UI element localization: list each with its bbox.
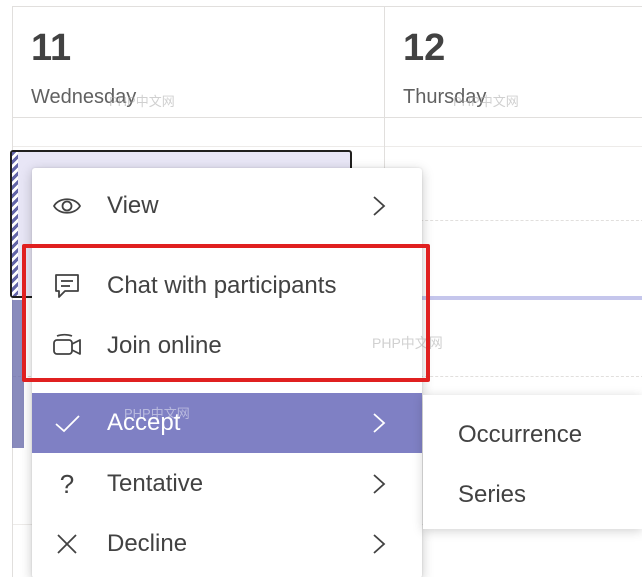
watermark-text: PHP中文网 <box>109 94 175 109</box>
half-hour-gridline <box>385 376 642 377</box>
submenu-item-label: Series <box>458 481 527 508</box>
event-context-menu: View Chat with participants Join online … <box>32 168 422 577</box>
chevron-right-icon <box>372 533 386 555</box>
menu-item-view[interactable]: View <box>32 176 422 236</box>
day-header-wednesday[interactable]: 11 Wednesday PHP中文网 <box>13 6 384 118</box>
close-icon <box>52 529 82 559</box>
day-number: 11 <box>31 27 72 69</box>
calendar-week-view: 11 Wednesday PHP中文网 12 Thursday PHP中文网 V… <box>0 0 642 577</box>
chevron-right-icon <box>372 412 386 434</box>
half-hour-gridline <box>385 220 642 221</box>
thursday-event-bar[interactable] <box>385 296 642 300</box>
chevron-right-icon <box>372 473 386 495</box>
meeting-event-accent[interactable] <box>12 300 24 448</box>
chat-icon <box>52 271 82 301</box>
checkmark-icon <box>52 408 82 438</box>
menu-item-label: Tentative <box>107 470 204 497</box>
menu-item-label: Chat with participants <box>107 272 337 299</box>
hour-gridline <box>13 146 384 147</box>
menu-item-label: Decline <box>107 530 188 557</box>
hour-gridline <box>385 146 642 147</box>
submenu-item-series[interactable]: Series <box>423 465 642 525</box>
watermark-text: PHP中文网 <box>372 335 443 351</box>
menu-item-decline[interactable]: Decline <box>32 514 422 574</box>
watermark-text: PHP中文网 <box>124 406 190 421</box>
menu-item-chat-with-participants[interactable]: Chat with participants <box>32 256 422 316</box>
chevron-right-icon <box>372 195 386 217</box>
menu-item-tentative[interactable]: ? Tentative <box>32 454 422 514</box>
menu-item-join-online[interactable]: Join online <box>32 316 422 376</box>
menu-item-label: View <box>107 192 159 219</box>
menu-item-accept[interactable]: Accept PHP中文网 <box>32 393 422 453</box>
submenu-item-occurrence[interactable]: Occurrence <box>423 405 642 465</box>
event-status-stripe <box>12 152 18 296</box>
video-camera-icon <box>52 331 82 361</box>
watermark-text: PHP中文网 <box>453 94 519 109</box>
accept-submenu: Occurrence Series <box>423 395 642 529</box>
menu-item-label: Join online <box>107 332 222 359</box>
day-header-thursday[interactable]: 12 Thursday PHP中文网 <box>385 6 642 118</box>
eye-icon <box>52 191 82 221</box>
question-icon: ? <box>59 469 75 499</box>
submenu-item-label: Occurrence <box>458 421 583 448</box>
day-number: 12 <box>403 27 446 69</box>
